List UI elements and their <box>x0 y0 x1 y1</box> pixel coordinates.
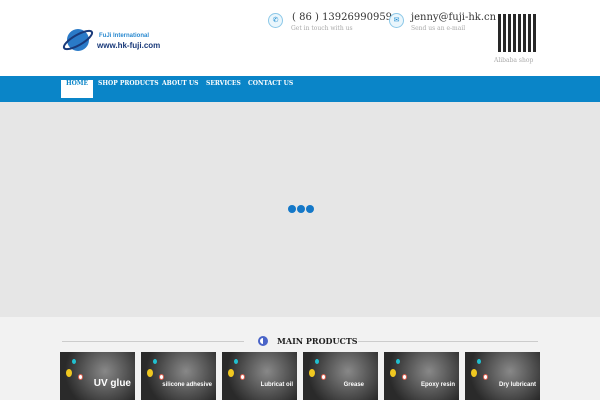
nav-about-us[interactable]: ABOUT US <box>157 80 203 98</box>
nav-shop-products[interactable]: SHOP PRODUCTS <box>93 80 164 98</box>
logo[interactable]: FuJi International www.hk-fuji.com <box>62 22 172 58</box>
product-label: Grease <box>343 382 364 388</box>
product-card[interactable]: Grease <box>303 352 378 400</box>
phone-subtitle: Get in touch with us <box>291 25 353 32</box>
product-label: Lubricat oil <box>260 382 293 388</box>
phone-icon: ✆ <box>268 13 283 28</box>
product-card[interactable]: Epoxy resin <box>384 352 459 400</box>
email-subtitle: Send us an e-mail <box>411 25 466 32</box>
globe-icon <box>62 29 94 51</box>
logo-url: www.hk-fuji.com <box>97 41 161 50</box>
loading-indicator <box>288 205 314 213</box>
nav-services[interactable]: SERVICES <box>201 80 246 98</box>
product-card[interactable]: UV glue <box>60 352 135 400</box>
section-title: MAIN PRODUCTS <box>277 336 358 346</box>
qr-code <box>498 14 536 52</box>
logo-name: FuJi International <box>99 33 150 39</box>
product-card[interactable]: Lubricat oil <box>222 352 297 400</box>
main-nav: HOME SHOP PRODUCTS ABOUT US SERVICES CON… <box>0 76 600 102</box>
phone-number[interactable]: ( 86 ) 13926990959 <box>292 12 392 23</box>
product-label: Dry lubricant <box>498 382 536 388</box>
mail-icon: ✉ <box>389 13 404 28</box>
qr-label: Alibaba shop <box>494 57 534 64</box>
product-card[interactable]: Dry lubricant <box>465 352 540 400</box>
header: FuJi International www.hk-fuji.com ✆ ( 8… <box>0 0 600 76</box>
nav-home[interactable]: HOME <box>61 80 94 98</box>
section-header: MAIN PRODUCTS <box>62 335 538 347</box>
product-card[interactable]: silicone adhesive <box>141 352 216 400</box>
product-list: UV glue silicone adhesive Lubricat oil G… <box>60 352 540 400</box>
email-address[interactable]: jenny@fuji-hk.cn <box>411 12 496 23</box>
nav-contact-us[interactable]: CONTACT US <box>243 80 298 98</box>
half-circle-icon <box>258 336 268 346</box>
product-label: UV glue <box>93 378 131 389</box>
product-label: Epoxy resin <box>420 382 455 388</box>
product-label: silicone adhesive <box>162 382 212 388</box>
